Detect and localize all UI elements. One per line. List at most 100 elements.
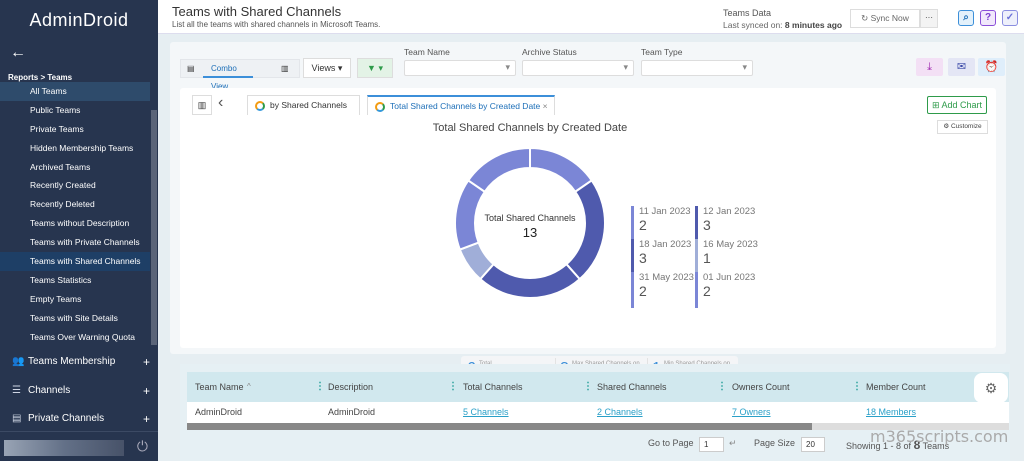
legend-item[interactable]: 01 Jun 2023 2	[695, 272, 765, 308]
plus-icon[interactable]: +	[143, 348, 150, 376]
table-cell[interactable]: 5 Channels	[463, 402, 509, 423]
legend-item[interactable]: 31 May 2023 2	[631, 272, 701, 308]
help-icon[interactable]: ?	[980, 10, 996, 26]
sidebar-item[interactable]: Archived Teams	[0, 158, 150, 177]
column-header[interactable]: Member Count	[866, 372, 926, 402]
legend-item[interactable]: 16 May 2023 1	[695, 239, 765, 275]
legend-value: 2	[639, 217, 647, 233]
column-header[interactable]: Total Channels	[463, 372, 523, 402]
page-header: Teams with Shared Channels List all the …	[158, 0, 1024, 34]
filter-label: Archive Status	[522, 47, 577, 57]
column-menu-icon[interactable]: ⋮	[448, 372, 458, 402]
sidebar-scrollbar[interactable]	[151, 110, 157, 345]
add-chart-icon: ⊞	[931, 100, 942, 110]
column-menu-icon[interactable]: ⋮	[583, 372, 593, 402]
legend-item[interactable]: 18 Jan 2023 3	[631, 239, 701, 275]
column-settings-icon[interactable]: ⚙	[974, 373, 1008, 403]
page-size-input[interactable]: 20	[801, 437, 825, 452]
legend-value: 3	[703, 217, 711, 233]
legend-date: 12 Jan 2023	[703, 206, 756, 217]
sidebar-item[interactable]: Recently Deleted	[0, 195, 150, 214]
page-input[interactable]: 1	[699, 437, 724, 452]
combo-view-tab[interactable]: Combo View	[203, 60, 253, 91]
legend-item[interactable]: 11 Jan 2023 2	[631, 206, 701, 242]
column-menu-icon[interactable]: ⋮	[852, 372, 862, 402]
column-header[interactable]: Team Name	[195, 372, 244, 402]
sidebar-group-private-channels[interactable]: ▤ Private Channels +	[0, 405, 158, 433]
chart-card: ▥ ‹ by Shared Channels Total Shared Chan…	[180, 88, 996, 384]
refresh-icon: ↻	[861, 13, 871, 23]
donut-icon	[255, 101, 265, 111]
sidebar-item[interactable]: All Teams	[0, 82, 150, 101]
sync-label: Sync Now	[870, 13, 909, 23]
column-menu-icon[interactable]: ⋮	[717, 372, 727, 402]
sidebar-item[interactable]: Recently Created	[0, 176, 150, 195]
sidebar-item[interactable]: Teams Statistics	[0, 271, 150, 290]
chevron-left-icon[interactable]: ‹	[218, 94, 223, 112]
table-cell: AdminDroid	[195, 407, 243, 417]
search-icon[interactable]: ⌕	[958, 10, 974, 26]
report-panel: ▤ Combo View ▥ Views ▾ ▼ ▾ Team Name Arch…	[170, 42, 1006, 384]
sidebar-item[interactable]: Teams Over Warning Quota	[0, 328, 150, 347]
avatar	[4, 440, 124, 456]
sidebar-item[interactable]: Teams with Shared Channels	[0, 252, 150, 271]
user-profile[interactable]: ⏻	[0, 431, 158, 461]
filter-button[interactable]: ▼ ▾	[357, 58, 393, 78]
back-arrow-icon[interactable]: ←	[10, 44, 26, 62]
column-header[interactable]: Shared Channels	[597, 372, 667, 402]
check-circle-icon[interactable]: ✓	[1002, 10, 1018, 26]
filter-select[interactable]	[404, 60, 516, 76]
sort-asc-icon[interactable]: ^	[247, 372, 251, 402]
column-menu-icon[interactable]: ⋮	[315, 372, 325, 402]
sidebar-group-teams-membership[interactable]: 👥 Teams Membership +	[0, 348, 158, 376]
plus-icon[interactable]: +	[143, 405, 150, 433]
gear-icon: ⚙	[943, 123, 951, 130]
legend-date: 18 Jan 2023	[639, 239, 692, 250]
donut-slice[interactable]	[466, 146, 531, 194]
group-label: Teams Membership	[28, 356, 116, 367]
sidebar-item[interactable]: Public Teams	[0, 101, 150, 120]
grid-view-icon[interactable]: ▤	[187, 60, 195, 78]
filter-select[interactable]	[522, 60, 634, 76]
donut-slice[interactable]	[478, 262, 582, 299]
donut-slice[interactable]	[529, 146, 594, 194]
column-header[interactable]: Description	[328, 372, 373, 402]
table-row[interactable]: AdminDroid AdminDroid 5 Channels 2 Channels…	[187, 402, 1009, 423]
filter-label: Team Type	[641, 47, 683, 57]
download-icon[interactable]: ⤓	[916, 58, 943, 76]
close-icon[interactable]: ×	[543, 101, 548, 111]
chart-view-icon[interactable]: ▥	[281, 60, 289, 78]
table-cell[interactable]: 18 Members	[866, 402, 916, 423]
column-header[interactable]: Owners Count	[732, 372, 790, 402]
more-button[interactable]: ···	[920, 9, 938, 28]
add-chart-button[interactable]: ⊞ Add Chart	[927, 96, 987, 114]
sidebar-item[interactable]: Teams with Site Details	[0, 309, 150, 328]
views-dropdown[interactable]: Views ▾	[303, 58, 351, 78]
table-cell[interactable]: 7 Owners	[732, 402, 771, 423]
document-lock-icon: ▤	[12, 413, 22, 424]
sidebar-item[interactable]: Private Teams	[0, 120, 150, 139]
power-icon[interactable]: ⏻	[137, 438, 148, 455]
customize-button[interactable]: ⚙ Customize	[937, 120, 988, 134]
sidebar-item[interactable]: Hidden Membership Teams	[0, 139, 150, 158]
filter-label: Team Name	[404, 47, 450, 57]
bar-chart-icon[interactable]: ▥	[192, 95, 212, 115]
table-cell[interactable]: 2 Channels	[597, 402, 643, 423]
enter-icon[interactable]: ↵	[729, 438, 737, 449]
sidebar-item[interactable]: Teams without Description	[0, 214, 150, 233]
chart-tab-by-shared-channels[interactable]: by Shared Channels	[247, 95, 360, 115]
users-icon: 👥	[12, 356, 25, 367]
alarm-icon[interactable]: ⏰	[978, 58, 1005, 76]
filter-icon: ▼	[367, 63, 376, 73]
sync-now-button[interactable]: ↻ Sync Now	[850, 9, 920, 28]
sidebar-item[interactable]: Teams with Private Channels	[0, 233, 150, 252]
legend-item[interactable]: 12 Jan 2023 3	[695, 206, 765, 242]
chart-tab-by-created-date[interactable]: Total Shared Channels by Created Date ×	[367, 95, 555, 115]
go-to-page-label: Go to Page	[648, 438, 694, 448]
filter-select[interactable]	[641, 60, 753, 76]
list-icon: ☰	[12, 385, 21, 396]
sidebar-item[interactable]: Empty Teams	[0, 290, 150, 309]
sidebar-group-channels[interactable]: ☰ Channels +	[0, 377, 158, 405]
plus-icon[interactable]: +	[143, 377, 150, 405]
email-icon[interactable]: ✉	[948, 58, 975, 76]
